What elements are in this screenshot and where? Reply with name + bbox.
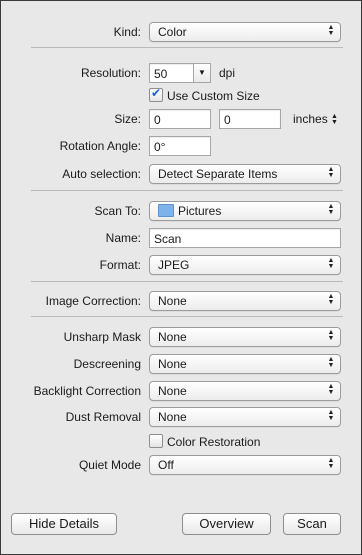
kind-popup[interactable]: Color ▲ ▼ [149,22,341,42]
quiet-mode-popup[interactable]: Off ▲ ▼ [149,455,341,475]
unsharp-mask-row: Unsharp Mask None ▲ ▼ [1,327,362,347]
scan-button[interactable]: Scan [283,513,341,535]
updown-arrows-icon: ▲ ▼ [327,457,335,470]
scan-to-row: Scan To: Pictures ▲ ▼ [1,201,362,221]
name-input[interactable]: Scan [149,228,341,248]
quiet-mode-row: Quiet Mode Off ▲ ▼ [1,455,362,475]
size-label: Size: [114,112,141,126]
resolution-dropdown-button[interactable]: ▼ [193,63,211,83]
image-correction-value: None [158,294,187,308]
auto-selection-value: Detect Separate Items [158,167,278,181]
rotation-label: Rotation Angle: [59,139,141,153]
hide-details-button[interactable]: Hide Details [11,513,117,535]
custom-size-label: Use Custom Size [167,89,260,103]
size-unit-value: inches [293,112,328,126]
rotation-value: 0° [154,140,166,154]
backlight-label: Backlight Correction [33,384,141,398]
size-height-input[interactable]: 0 [219,109,281,129]
custom-size-checkbox[interactable]: ✔ [149,86,163,102]
dust-removal-popup[interactable]: None ▲ ▼ [149,407,341,427]
separator [31,316,343,317]
backlight-row: Backlight Correction None ▲ ▼ [1,381,362,401]
size-width-value: 0 [154,113,161,127]
folder-icon [158,204,174,217]
auto-selection-popup[interactable]: Detect Separate Items ▲ ▼ [149,164,341,184]
dust-removal-value: None [158,410,187,424]
dust-removal-row: Dust Removal None ▲ ▼ [1,407,362,427]
quiet-mode-label: Quiet Mode [78,458,141,472]
format-label: Format: [99,258,141,272]
resolution-input[interactable]: 50 [149,63,195,83]
scan-to-value: Pictures [178,204,222,218]
updown-arrows-icon: ▲ ▼ [327,356,335,369]
updown-arrows-icon: ▲ ▼ [327,293,335,306]
descreening-label: Descreening [73,357,141,371]
kind-label: Kind: [113,25,141,39]
updown-arrows-icon: ▲ ▼ [327,203,335,216]
size-unit-popup[interactable]: inches ▲ ▼ [293,112,338,126]
color-restoration-row: Color Restoration [1,432,362,452]
separator [31,47,343,48]
scan-to-popup[interactable]: Pictures ▲ ▼ [149,201,341,221]
image-correction-popup[interactable]: None ▲ ▼ [149,291,341,311]
name-label: Name: [105,231,141,245]
backlight-popup[interactable]: None ▲ ▼ [149,381,341,401]
name-row: Name: Scan [1,228,362,248]
custom-size-row: ✔ Use Custom Size [1,86,362,106]
descreening-row: Descreening None ▲ ▼ [1,354,362,374]
updown-arrows-icon: ▲ ▼ [327,383,335,396]
descreening-value: None [158,357,187,371]
updown-arrows-icon: ▲ ▼ [331,113,338,126]
updown-arrows-icon: ▲ ▼ [327,24,335,37]
rotation-input[interactable]: 0° [149,136,211,156]
updown-arrows-icon: ▲ ▼ [327,166,335,179]
name-value: Scan [154,232,182,246]
format-row: Format: JPEG ▲ ▼ [1,255,362,275]
dust-removal-label: Dust Removal [65,410,141,424]
updown-arrows-icon: ▲ ▼ [327,329,335,342]
unsharp-mask-label: Unsharp Mask [63,330,141,344]
image-correction-row: Image Correction: None ▲ ▼ [1,291,362,311]
unsharp-mask-value: None [158,330,187,344]
resolution-row: Resolution: 50 ▼ dpi [1,63,362,83]
kind-value: Color [158,25,187,39]
color-restoration-label: Color Restoration [167,435,261,449]
descreening-popup[interactable]: None ▲ ▼ [149,354,341,374]
auto-selection-row: Auto selection: Detect Separate Items ▲ ▼ [1,164,362,184]
format-value: JPEG [158,258,190,272]
size-height-value: 0 [224,113,231,127]
separator [31,281,343,282]
backlight-value: None [158,384,187,398]
auto-selection-label: Auto selection: [62,167,141,181]
unsharp-mask-popup[interactable]: None ▲ ▼ [149,327,341,347]
updown-arrows-icon: ▲ ▼ [327,257,335,270]
separator [31,190,343,191]
scan-settings-panel: Kind: Color ▲ ▼ Resolution: 50 ▼ dpi ✔ Us… [0,0,362,555]
resolution-label: Resolution: [80,66,141,80]
image-correction-label: Image Correction: [45,294,141,308]
color-restoration-checkbox[interactable] [149,434,163,448]
size-row: Size: 0 0 inches ▲ ▼ [1,109,362,129]
checkmark-icon: ✔ [151,86,162,100]
overview-button[interactable]: Overview [182,513,271,535]
updown-arrows-icon: ▲ ▼ [327,409,335,422]
kind-row: Kind: Color ▲ ▼ [1,22,362,42]
quiet-mode-value: Off [158,458,174,472]
resolution-unit: dpi [219,66,236,80]
size-width-input[interactable]: 0 [149,109,211,129]
scan-to-label: Scan To: [94,204,141,218]
format-popup[interactable]: JPEG ▲ ▼ [149,255,341,275]
rotation-row: Rotation Angle: 0° [1,136,362,156]
resolution-value: 50 [154,67,168,81]
